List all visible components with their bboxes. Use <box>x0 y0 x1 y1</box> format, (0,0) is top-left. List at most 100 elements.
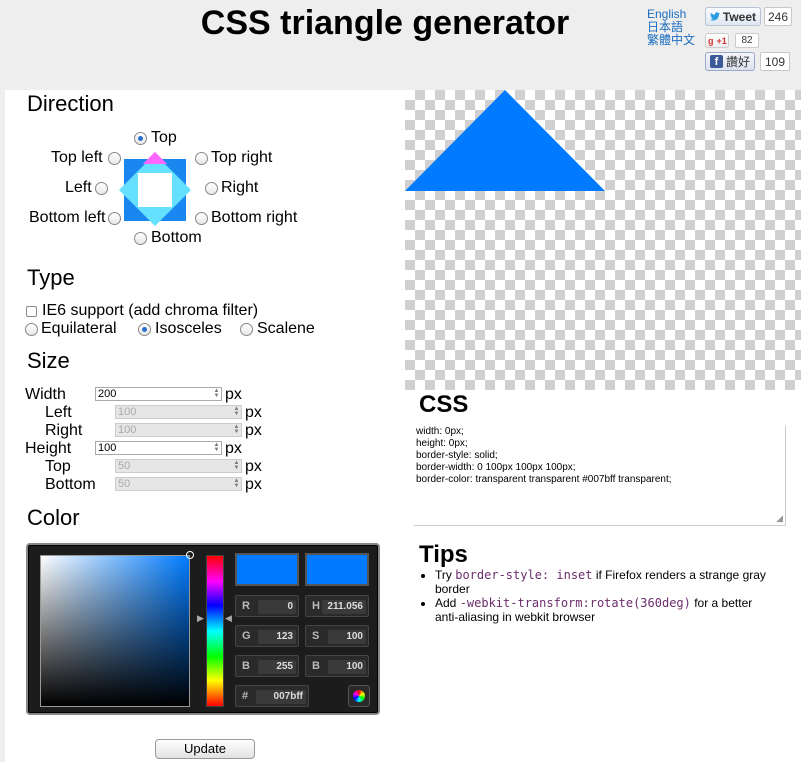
color-selector-handle[interactable] <box>186 551 194 559</box>
ie6-support-checkbox[interactable] <box>26 306 37 317</box>
tip-code: border-style: inset <box>455 568 593 582</box>
type-heading: Type <box>27 265 75 290</box>
saturation-label: S <box>312 630 320 642</box>
height-stepper[interactable]: ▲ ▼ <box>213 442 220 453</box>
lang-chinese-link[interactable]: 繁體中文 <box>647 34 695 47</box>
right-input[interactable]: 100 ▲ ▼ <box>115 423 242 437</box>
direction-bottom-left-label: Bottom left <box>29 209 106 226</box>
color-wheel-icon <box>353 690 365 702</box>
left-unit: px <box>245 404 262 421</box>
hex-field[interactable]: # 007bff <box>235 685 309 707</box>
green-label: G <box>242 630 251 642</box>
gplus-label: +1 <box>716 35 727 46</box>
width-label: Width <box>25 386 66 403</box>
facebook-like-button[interactable]: f 讚好 <box>705 52 755 71</box>
direction-diagram <box>119 152 191 226</box>
type-equilateral-radio[interactable] <box>25 323 38 336</box>
triangle-shape <box>405 90 605 191</box>
saturation-field[interactable]: S 100 <box>305 625 369 647</box>
css-output-textarea[interactable]: width: 0px; height: 0px; border-style: s… <box>414 426 786 526</box>
facebook-like-label: 讚好 <box>726 55 751 69</box>
hex-value[interactable]: 007bff <box>256 690 306 704</box>
direction-left-label: Left <box>65 179 92 196</box>
tips-heading: Tips <box>419 541 468 568</box>
direction-bottom-right-radio[interactable] <box>195 212 208 225</box>
brightness-field[interactable]: B 100 <box>305 655 369 677</box>
type-isosceles-label: Isosceles <box>155 320 222 337</box>
color-wheel-button[interactable] <box>348 685 370 707</box>
green-field[interactable]: G 123 <box>235 625 299 647</box>
tips-list: Try border-style: inset if Firefox rende… <box>417 568 777 624</box>
width-input[interactable]: 200 ▲ ▼ <box>95 387 222 401</box>
type-scalene-radio[interactable] <box>240 323 253 336</box>
left-stepper[interactable]: ▲ ▼ <box>233 406 240 417</box>
tweet-label: Tweet <box>722 9 756 24</box>
css-line: border-color: transparent transparent #0… <box>416 474 672 485</box>
direction-bottom-label: Bottom <box>151 229 202 246</box>
right-stepper[interactable]: ▲ ▼ <box>233 424 240 435</box>
direction-right-radio[interactable] <box>205 182 218 195</box>
hue-slider[interactable] <box>206 555 224 707</box>
facebook-icon: f <box>710 55 723 68</box>
blue-field[interactable]: B 255 <box>235 655 299 677</box>
css-line: width: 0px; <box>416 426 464 437</box>
css-line: height: 0px; <box>416 438 468 449</box>
direction-bottom-left-radio[interactable] <box>108 212 121 225</box>
direction-top-label: Top <box>151 129 177 146</box>
red-field[interactable]: R 0 <box>235 595 299 617</box>
current-color-swatch <box>305 553 369 586</box>
type-scalene-label: Scalene <box>257 320 315 337</box>
direction-left-radio[interactable] <box>95 182 108 195</box>
green-value[interactable]: 123 <box>258 630 296 644</box>
blue-value[interactable]: 255 <box>258 660 296 674</box>
tip-item: Add -webkit-transform:rotate(360deg) for… <box>435 596 777 624</box>
top-label: Top <box>45 458 71 475</box>
hue-left-arrow-icon: ▶ <box>197 613 204 623</box>
width-unit: px <box>225 386 242 403</box>
height-unit: px <box>225 440 242 457</box>
triangle-polygon <box>405 90 605 191</box>
right-unit: px <box>245 422 262 439</box>
direction-bottom-radio[interactable] <box>134 232 147 245</box>
height-input[interactable]: 100 ▲ ▼ <box>95 441 222 455</box>
gplus-count: 82 <box>735 33 759 48</box>
resize-handle-icon[interactable]: ◢ <box>776 512 783 524</box>
hue-field[interactable]: H 211.056 <box>305 595 369 617</box>
type-isosceles-radio[interactable] <box>138 323 151 336</box>
direction-top-right-radio[interactable] <box>195 152 208 165</box>
bottom-unit: px <box>245 476 262 493</box>
gplus-button[interactable]: g +1 <box>705 33 729 48</box>
update-button[interactable]: Update <box>155 739 255 759</box>
css-line: border-width: 0 100px 100px 100px; <box>416 462 576 473</box>
direction-top-left-radio[interactable] <box>108 152 121 165</box>
hue-label: H <box>312 600 320 612</box>
direction-top-radio[interactable] <box>134 132 147 145</box>
blue-label: B <box>242 660 250 672</box>
type-equilateral-label: Equilateral <box>41 320 117 337</box>
brightness-label: B <box>312 660 320 672</box>
left-label: Left <box>45 404 72 421</box>
width-stepper[interactable]: ▲ ▼ <box>213 388 220 399</box>
direction-bottom-right-label: Bottom right <box>211 209 298 226</box>
css-heading: CSS <box>419 391 469 418</box>
css-line: border-style: solid; <box>416 450 498 461</box>
top-unit: px <box>245 458 262 475</box>
saturation-brightness-area[interactable] <box>40 551 194 707</box>
size-heading: Size <box>27 348 70 373</box>
top-input[interactable]: 50 ▲ ▼ <box>115 459 242 473</box>
saturation-value[interactable]: 100 <box>328 630 366 644</box>
left-input[interactable]: 100 ▲ ▼ <box>115 405 242 419</box>
red-value[interactable]: 0 <box>258 600 296 614</box>
hue-value[interactable]: 211.056 <box>322 600 366 614</box>
tweet-button[interactable]: Tweet <box>705 7 761 26</box>
gplus-icon: g <box>708 35 714 46</box>
direction-top-left-label: Top left <box>51 149 103 166</box>
direction-top-right-label: Top right <box>211 149 273 166</box>
bottom-stepper[interactable]: ▲ ▼ <box>233 478 240 489</box>
bottom-input[interactable]: 50 ▲ ▼ <box>115 477 242 491</box>
twitter-icon <box>710 12 720 21</box>
brightness-value[interactable]: 100 <box>328 660 366 674</box>
right-label: Right <box>45 422 83 439</box>
top-stepper[interactable]: ▲ ▼ <box>233 460 240 471</box>
direction-right-label: Right <box>221 179 259 196</box>
